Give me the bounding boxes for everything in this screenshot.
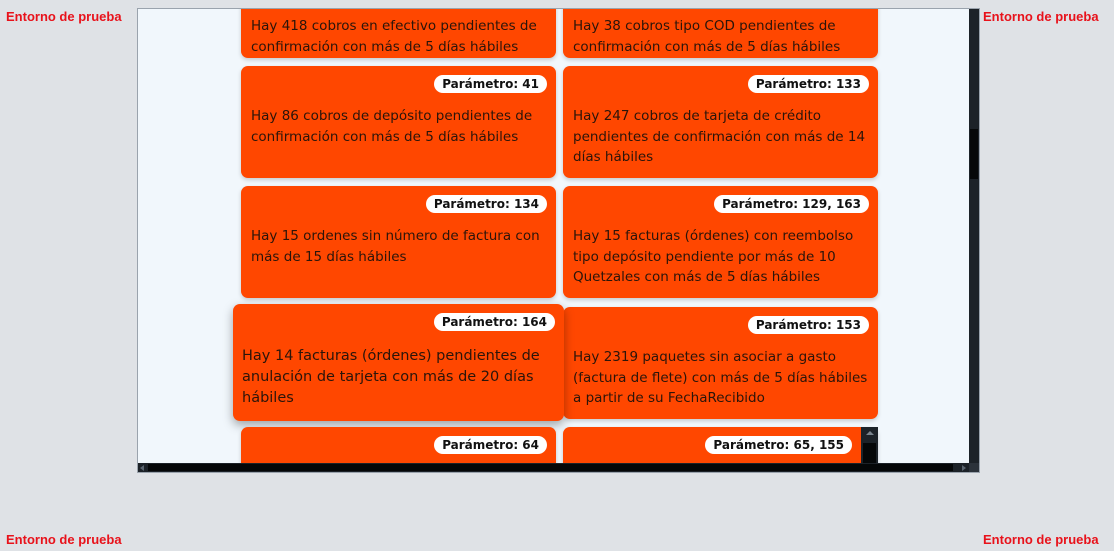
scroll-right-arrow-icon[interactable] (962, 465, 966, 471)
alerts-panel: Hay 418 cobros en efectivo pendientes de… (137, 8, 980, 473)
alert-text: Hay 2319 paquetes sin asociar a gasto (f… (573, 349, 868, 406)
parameter-badge: Parámetro: 41 (434, 75, 547, 93)
parameter-badge: Parámetro: 164 (433, 313, 555, 331)
parameter-badge: Parámetro: 153 (747, 316, 869, 334)
alert-card[interactable]: Parámetro: 41 Hay 86 cobros de depósito … (241, 66, 556, 178)
horizontal-scrollbar[interactable] (138, 463, 969, 472)
scroll-left-arrow-icon[interactable] (140, 465, 144, 471)
alerts-viewport: Hay 418 cobros en efectivo pendientes de… (138, 9, 969, 463)
alert-card[interactable]: Parámetro: 133 Hay 247 cobros de tarjeta… (563, 66, 878, 178)
alert-card[interactable]: Parámetro: 129, 163 Hay 15 facturas (órd… (563, 186, 878, 298)
alert-text: Hay 14 facturas (órdenes) pendientes de … (242, 348, 540, 406)
environment-label-bottom-left: Entorno de prueba (6, 532, 122, 547)
parameter-badge: Parámetro: 129, 163 (714, 195, 869, 213)
alert-card[interactable]: Parámetro: 65, 155 (563, 427, 878, 463)
environment-label-top-left: Entorno de prueba (6, 9, 122, 24)
scrollbar-corner (969, 463, 979, 472)
alert-text: Hay 247 cobros de tarjeta de crédito pen… (573, 108, 866, 165)
card-scrollbar[interactable] (861, 427, 878, 463)
horizontal-scrollbar-thumb[interactable] (148, 464, 953, 471)
card-scrollbar-thumb[interactable] (863, 443, 876, 463)
alert-text: Hay 15 facturas (órdenes) con reembolso … (573, 228, 854, 285)
alert-card-hovered[interactable]: Parámetro: 164 Hay 14 facturas (órdenes)… (233, 304, 564, 421)
alert-text: Hay 418 cobros en efectivo pendientes de… (251, 18, 537, 55)
environment-label-bottom-right: Entorno de prueba (983, 532, 1099, 547)
alert-text: Hay 38 cobros tipo COD pendientes de con… (573, 18, 841, 55)
parameter-badge: Parámetro: 65, 155 (705, 436, 852, 454)
alert-card[interactable]: Hay 418 cobros en efectivo pendientes de… (241, 9, 556, 58)
alert-card[interactable]: Hay 38 cobros tipo COD pendientes de con… (563, 9, 878, 58)
alert-card[interactable]: Parámetro: 134 Hay 15 ordenes sin número… (241, 186, 556, 298)
alert-text: Hay 15 ordenes sin número de factura con… (251, 228, 540, 265)
parameter-badge: Parámetro: 133 (747, 75, 869, 93)
environment-label-top-right: Entorno de prueba (983, 9, 1099, 24)
parameter-badge: Parámetro: 134 (425, 195, 547, 213)
alert-card[interactable]: Parámetro: 153 Hay 2319 paquetes sin aso… (563, 307, 878, 419)
scroll-up-arrow-icon[interactable] (866, 431, 874, 435)
vertical-scrollbar[interactable] (969, 9, 979, 463)
parameter-badge: Parámetro: 64 (434, 436, 547, 454)
alert-text: Hay 86 cobros de depósito pendientes de … (251, 108, 533, 145)
alert-card[interactable]: Parámetro: 64 (241, 427, 556, 463)
vertical-scrollbar-thumb[interactable] (970, 129, 978, 179)
